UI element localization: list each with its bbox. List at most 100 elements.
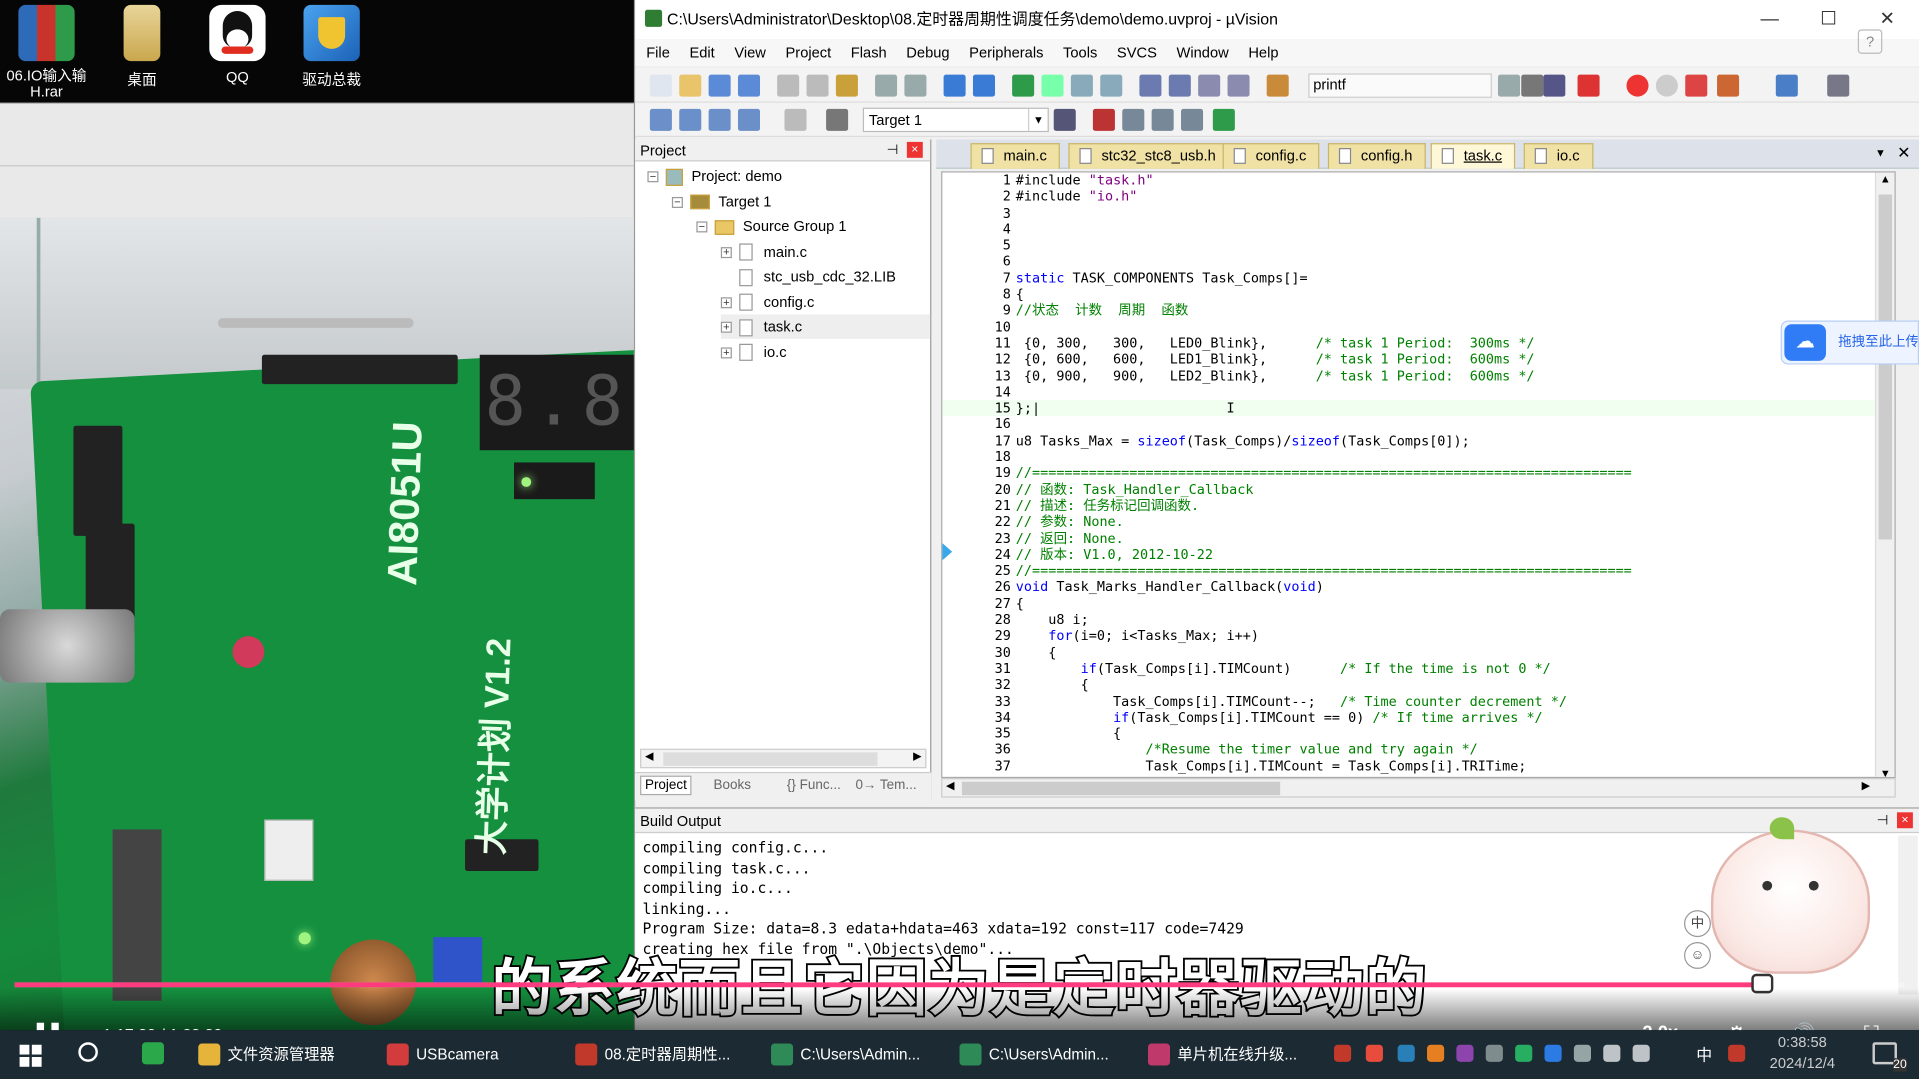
scrollbar-thumb[interactable] [663,752,878,766]
scroll-up-icon[interactable]: ▲ [1880,172,1891,184]
code-line[interactable]: 24// 版本: V1.0, 2012-10-22 [942,547,1894,563]
close-tab-icon[interactable]: ✕ [1897,143,1910,163]
tree-item-source-group-1[interactable]: − Source Group 1 [696,214,930,238]
code-line[interactable]: 32 { [942,677,1894,693]
code-line[interactable]: 28 u8 i; [942,612,1894,628]
tab-list-dropdown-icon[interactable]: ▼ [1875,147,1886,159]
help-icon[interactable]: ? [1857,29,1883,54]
toolbar-icon[interactable] [1655,74,1678,97]
code-line[interactable]: 13 {0, 900, 900, LED2_Blink}, /* task 1 … [942,368,1894,384]
pin-icon[interactable]: ⊣ [1877,809,1889,833]
code-line[interactable]: 8{ [942,286,1894,302]
taskbar-task[interactable]: 文件资源管理器 [193,1036,335,1073]
toolbar-icon[interactable] [1266,74,1289,97]
minimize-button[interactable]: — [1742,0,1798,39]
tray-app-icon[interactable] [1397,1044,1415,1062]
code-line[interactable]: 12 {0, 600, 600, LED1_Blink}, /* task 1 … [942,351,1894,367]
desktop-icon-qq[interactable]: QQ [193,4,281,86]
code-line[interactable]: 26 void Task_Marks_Handler_Callback(void) [942,579,1894,595]
windows-start-icon[interactable] [19,1044,42,1067]
code-line[interactable]: 16 [942,416,1894,432]
menu-flash[interactable]: Flash [841,39,896,66]
menu-debug[interactable]: Debug [897,39,960,66]
expand-icon[interactable]: + [720,322,732,334]
expand-icon[interactable]: + [720,296,732,309]
toolbar-icon[interactable] [679,108,702,131]
code-line[interactable]: 15};| I [942,400,1895,417]
toolbar-icon[interactable] [679,74,702,97]
menu-edit[interactable]: Edit [680,39,725,66]
taskbar-task[interactable]: C:\Users\Admin... [766,1036,920,1073]
editor-tab-config-c[interactable]: config.c [1222,143,1320,169]
toolbar-icon[interactable] [1198,74,1221,97]
tray-app-icon[interactable] [1365,1044,1383,1062]
panel-tab-functions[interactable]: {} Func... [787,778,841,793]
toolbar-icon[interactable] [1122,108,1145,131]
editor-tab-stc32-stc8-usb-h[interactable]: stc32_stc8_usb.h [1068,143,1230,169]
menu-tools[interactable]: Tools [1053,39,1107,66]
toolbar-icon[interactable] [1212,108,1235,131]
tree-item-target-1[interactable]: − Target 1 [671,189,930,213]
tray-app-icon[interactable] [1515,1044,1533,1062]
code-line[interactable]: 22// 参数: None. [942,514,1894,530]
toolbar-icon[interactable] [708,108,731,131]
input-method-indicator[interactable]: 中 [1696,1042,1712,1065]
panel-tab-templates[interactable]: 0→ Tem... [855,778,916,793]
expand-icon[interactable]: + [720,246,732,258]
toolbar-icon[interactable] [708,74,731,97]
toolbar-icon[interactable] [1181,108,1204,131]
toolbar-icon[interactable] [1139,74,1162,97]
toolbar-icon[interactable] [777,74,800,97]
tree-item-main-c[interactable]: + main.c [720,239,930,263]
toolbar-icon[interactable] [1041,74,1064,97]
tray-app-icon[interactable] [1427,1044,1445,1062]
collapse-icon[interactable]: − [647,171,659,183]
menu-svcs[interactable]: SVCS [1107,39,1167,66]
menu-peripherals[interactable]: Peripherals [959,39,1053,66]
code-line[interactable]: 20// 函数: Task_Handler_Callback [942,482,1894,498]
code-area[interactable]: 1 #include "task.h" 2 #include "io.h" 3 4 5 6 7 s… [941,171,1896,779]
scroll-left-icon[interactable]: ◀ [946,779,954,792]
toolbar-icon[interactable] [1092,108,1115,131]
code-line[interactable]: 6 [942,254,1894,270]
toolbar-icon[interactable] [649,74,672,97]
taskbar-task[interactable]: C:\Users\Admin... [955,1036,1109,1073]
toolbar-icon[interactable] [904,74,927,97]
video-progress-bar[interactable] [14,973,1905,994]
collapse-icon[interactable]: − [696,221,708,233]
code-line[interactable]: 35 { [942,726,1894,742]
expand-icon[interactable]: + [720,347,732,359]
code-line[interactable]: 11 {0, 300, 300, LED0_Blink}, /* task 1 … [942,335,1894,351]
tree-item-task-c[interactable]: + task.c [720,314,931,339]
scrollbar-thumb[interactable] [1878,194,1893,540]
toolbar-icon[interactable] [1227,74,1250,97]
toolbar-icon[interactable] [784,108,807,131]
code-line[interactable]: 14 [942,384,1894,400]
toolbar-icon[interactable] [1012,74,1035,97]
taskbar-task[interactable]: 08.定时器周期性... [570,1036,730,1073]
code-line[interactable]: 27{ [942,595,1894,611]
editor-tab-io-c[interactable]: io.c [1523,143,1594,169]
code-line[interactable]: 29 for(i=0; i<Tasks_Max; i++) [942,628,1894,644]
code-line[interactable]: 18 [942,449,1894,465]
toolbar-icon[interactable] [875,74,898,97]
tray-s-icon[interactable] [1728,1044,1746,1062]
toolbar-icon[interactable] [737,108,761,131]
target-select[interactable]: Target 1 ▼ [862,107,1049,133]
menu-window[interactable]: Window [1167,39,1239,66]
toolbar-icon[interactable] [1100,74,1123,97]
notification-icon[interactable]: 20 [1872,1042,1907,1072]
code-line[interactable]: 25//====================================… [942,563,1894,579]
panel-tab-books[interactable]: Books [714,778,751,793]
tray-app-icon[interactable] [1485,1044,1503,1062]
menu-project[interactable]: Project [776,39,841,66]
toolbar-icon[interactable] [826,108,849,131]
toolbar-icon[interactable] [1577,74,1600,97]
tray-app-icon[interactable] [1456,1044,1474,1062]
toolbar-icon[interactable] [972,74,995,97]
maximize-button[interactable]: ☐ [1800,0,1856,39]
code-line[interactable]: 19//====================================… [942,465,1894,481]
toolbar-icon[interactable] [943,74,966,97]
project-scrollbar[interactable]: ◀ ▶ [640,748,927,769]
code-line[interactable]: 7 static TASK_COMPONENTS Task_Comps[]= [942,270,1894,286]
